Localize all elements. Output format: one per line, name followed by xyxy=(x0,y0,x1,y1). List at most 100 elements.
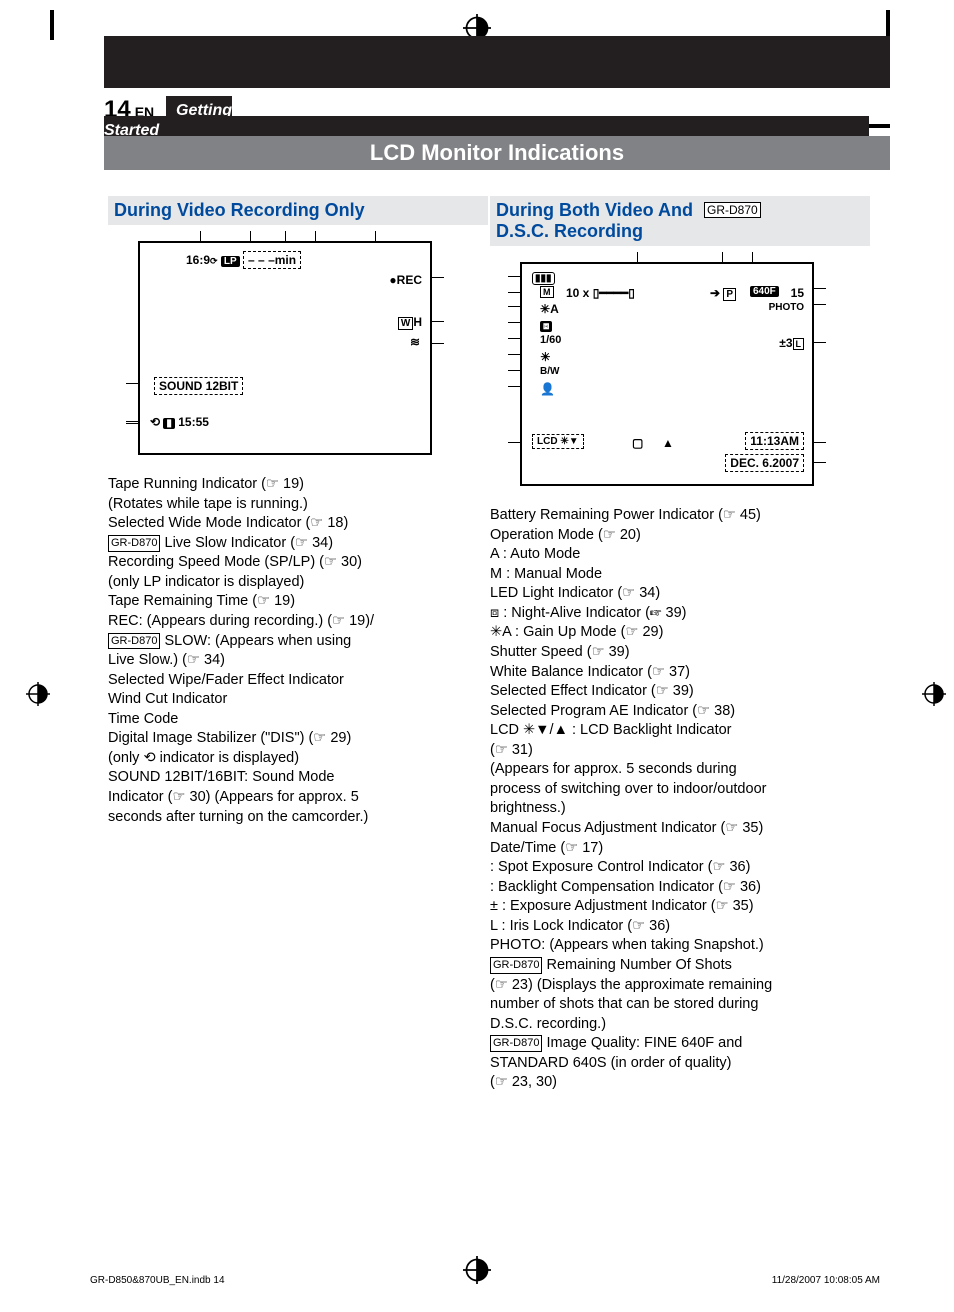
page-title: LCD Monitor Indications xyxy=(104,136,890,170)
osd-rec: ●REC xyxy=(389,273,422,287)
body-line: LCD ✳▼/▲ : LCD Backlight Indicator xyxy=(490,721,870,741)
tick-mark xyxy=(432,277,444,278)
tick-mark xyxy=(508,322,520,323)
effect-bw: B/W xyxy=(540,366,559,377)
body-line: : Spot Exposure Control Indicator (☞ 36) xyxy=(490,858,870,878)
tick-mark xyxy=(250,231,251,241)
body-line: Wind Cut Indicator xyxy=(108,690,488,710)
page-header: 14EN Getting Started xyxy=(104,96,890,128)
tick-mark xyxy=(126,383,138,384)
night-alive-icon: ⧈ xyxy=(540,318,552,332)
body-line: : Backlight Compensation Indicator (☞ 36… xyxy=(490,878,870,898)
subheading-left: During Video Recording Only xyxy=(108,196,488,225)
model-badge: GR-D870 xyxy=(704,202,761,218)
exposure-adj: ±3L xyxy=(779,336,804,350)
tick-mark xyxy=(432,321,444,322)
column-right: During Both Video And GR-D870 D.S.C. Rec… xyxy=(490,196,870,1093)
body-line: (☞ 23, 30) xyxy=(490,1073,870,1093)
model-badge: GR-D870 xyxy=(108,535,160,552)
wb-icon: ☀ xyxy=(540,350,551,364)
tick-mark xyxy=(752,252,753,262)
dis-icon: ▮ xyxy=(163,418,175,429)
body-line: Operation Mode (☞ 20) xyxy=(490,526,870,546)
registration-mark-icon xyxy=(26,682,50,706)
focus-icon: ▢ xyxy=(632,436,643,450)
tick-mark xyxy=(508,292,520,293)
lcd-diagram-left: 16:9⟳ LP – – –min ●REC WH ≋ SOUND 12BIT … xyxy=(138,241,432,455)
body-line: (only ⟲ indicator is displayed) xyxy=(108,749,488,769)
body-line: Manual Focus Adjustment Indicator (☞ 35) xyxy=(490,819,870,839)
body-line: Date/Time (☞ 17) xyxy=(490,839,870,859)
body-line: number of shots that can be stored durin… xyxy=(490,995,870,1015)
lp-badge: LP xyxy=(221,256,240,267)
program-ae-icon: ➔ P xyxy=(710,286,736,301)
body-line: seconds after turning on the camcorder.) xyxy=(108,808,488,828)
body-line: Shutter Speed (☞ 39) xyxy=(490,643,870,663)
backlight-icon: ▲ xyxy=(662,436,674,450)
tick-mark xyxy=(285,231,286,241)
date: DEC. 6.2007 xyxy=(725,454,804,472)
body-line: Recording Speed Mode (SP/LP) (☞ 30) xyxy=(108,553,488,573)
header-black-bar xyxy=(104,36,890,88)
footer: GR-D850&870UB_EN.indb 14 11/28/2007 10:0… xyxy=(90,1275,880,1286)
led-icon: ✳A xyxy=(540,302,559,316)
body-line: GR-D870 SLOW: (Appears when using xyxy=(108,632,488,652)
body-line: D.S.C. recording.) xyxy=(490,1015,870,1035)
body-line: ⧈ : Night-Alive Indicator (☞ 39) xyxy=(490,604,870,624)
body-line: (Rotates while tape is running.) xyxy=(108,495,488,515)
tick-mark xyxy=(200,231,201,241)
body-line: Selected Program AE Indicator (☞ 38) xyxy=(490,702,870,722)
tick-mark xyxy=(814,442,826,443)
body-line: A : Auto Mode xyxy=(490,545,870,565)
shots-remaining: 15 xyxy=(791,286,804,300)
body-left: Tape Running Indicator (☞ 19)(Rotates wh… xyxy=(108,475,488,827)
osd-wh: WH xyxy=(398,315,422,330)
footer-timestamp: 11/28/2007 10:08:05 AM xyxy=(772,1275,880,1286)
body-line: Tape Remaining Time (☞ 19) xyxy=(108,592,488,612)
body-line: White Balance Indicator (☞ 37) xyxy=(490,663,870,683)
osd-wide-mode: 16:9⟳ LP – – –min xyxy=(186,251,301,269)
tick-mark xyxy=(508,442,520,443)
tick-mark xyxy=(814,304,826,305)
body-line: Time Code xyxy=(108,710,488,730)
tick-mark xyxy=(432,343,444,344)
body-line: (☞ 31) xyxy=(490,741,870,761)
body-right: Battery Remaining Power Indicator (☞ 45)… xyxy=(490,506,870,1093)
body-line: LED Light Indicator (☞ 34) xyxy=(490,584,870,604)
wind-cut-icon: ≋ xyxy=(410,335,420,349)
tick-mark xyxy=(126,423,138,424)
body-line: brightness.) xyxy=(490,799,870,819)
tick-mark xyxy=(508,386,520,387)
tick-mark xyxy=(126,421,138,422)
body-line: Tape Running Indicator (☞ 19) xyxy=(108,475,488,495)
mode-m: M xyxy=(540,286,554,298)
clock: 11:13AM xyxy=(745,432,804,450)
body-line: (Appears for approx. 5 seconds during xyxy=(490,760,870,780)
lcd-backlight: LCD ✳▼ xyxy=(532,434,584,449)
model-badge: GR-D870 xyxy=(108,633,160,650)
shutter-speed: 1/60 xyxy=(540,334,561,346)
body-line: GR-D870 Remaining Number Of Shots xyxy=(490,956,870,976)
tick-mark xyxy=(814,342,826,343)
osd-sound-mode: SOUND 12BIT xyxy=(154,377,243,395)
body-line: Selected Wipe/Fader Effect Indicator xyxy=(108,671,488,691)
body-line: (☞ 23) (Displays the approximate remaini… xyxy=(490,976,870,996)
lcd-diagram-right: ▮▮▮ M 10 x ▯━━━━▯ ➔ P 640F 15 PHOTO ✳A ⧈… xyxy=(520,262,814,486)
model-badge: GR-D870 xyxy=(490,1035,542,1052)
tick-mark xyxy=(637,252,638,262)
tick-mark xyxy=(508,338,520,339)
battery-icon: ▮▮▮ xyxy=(532,270,555,285)
body-line: Battery Remaining Power Indicator (☞ 45) xyxy=(490,506,870,526)
body-line: M : Manual Mode xyxy=(490,565,870,585)
registration-mark-icon xyxy=(922,682,946,706)
osd-zoom: 10 x ▯━━━━▯ xyxy=(566,286,635,300)
body-line: Selected Effect Indicator (☞ 39) xyxy=(490,682,870,702)
tick-mark xyxy=(508,354,520,355)
body-line: ✳A : Gain Up Mode (☞ 29) xyxy=(490,623,870,643)
tape-remaining: – – –min xyxy=(243,251,301,269)
tick-mark xyxy=(722,252,723,262)
body-line: STANDARD 640S (in order of quality) xyxy=(490,1054,870,1074)
body-line: Digital Image Stabilizer ("DIS") (☞ 29) xyxy=(108,729,488,749)
body-line: GR-D870 Live Slow Indicator (☞ 34) xyxy=(108,534,488,554)
body-line: PHOTO: (Appears when taking Snapshot.) xyxy=(490,936,870,956)
